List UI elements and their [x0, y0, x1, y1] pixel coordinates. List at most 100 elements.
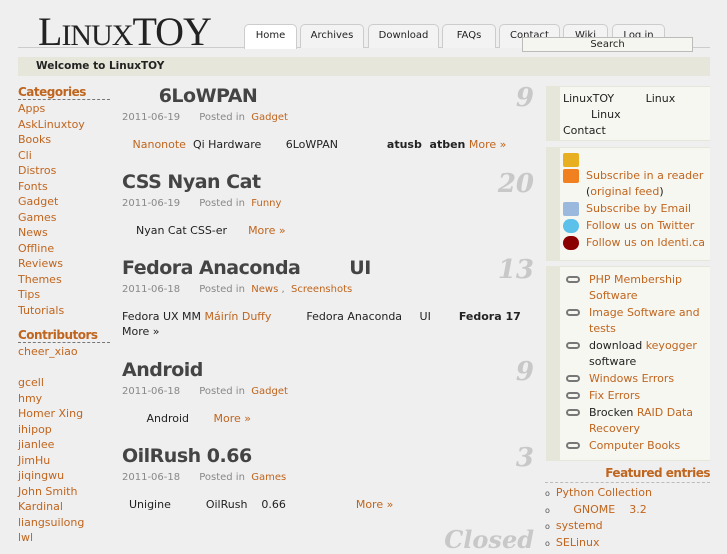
subscribe-item[interactable] [563, 152, 710, 167]
excerpt-text: Unigine OilRush 0.66 [122, 498, 356, 511]
blogroll-link[interactable]: Windows Errors [589, 372, 674, 385]
comment-count[interactable]: 13 [498, 255, 534, 285]
left-sidebar: Categories Apps AskLinuxtoy Books Cli Distro… [18, 85, 110, 546]
subscribe-item[interactable]: Follow us on Identi.ca [563, 235, 710, 251]
contributor-link[interactable]: liangsuilong [18, 515, 110, 531]
post-category-link[interactable]: News [251, 284, 278, 295]
comment-count[interactable]: 3 [516, 443, 534, 473]
contributor-link[interactable]: John Smith [18, 484, 110, 500]
category-link[interactable]: Games [18, 210, 110, 226]
contributor-link[interactable]: cheer_xiao [18, 344, 110, 360]
search-input[interactable]: Search [522, 37, 693, 52]
category-link[interactable]: Themes [18, 272, 110, 288]
post-excerpt: Fedora UX MM Máirín Duffy Fedora Anacond… [122, 310, 521, 323]
contributor-link[interactable]: gcell [18, 375, 110, 391]
rss-icon [563, 169, 579, 183]
blogroll-item: Fix Errors [563, 388, 710, 404]
comment-count[interactable]: 9 [516, 357, 534, 387]
featured-link[interactable]: SELinux [556, 536, 600, 549]
contributor-link[interactable]: hmy [18, 391, 110, 407]
post-title[interactable]: 6LoWPAN [122, 85, 258, 107]
contact-link[interactable]: Contact [563, 123, 710, 139]
category-link[interactable]: Fonts [18, 179, 110, 195]
post-date: 2011-06-19 [122, 198, 181, 209]
featured-link[interactable]: systemd [556, 519, 603, 532]
contributor-link[interactable]: Kardinal [18, 499, 110, 515]
about-box: LinuxTOY Linux Linux Contact [546, 86, 710, 141]
link-suffix: software [589, 355, 637, 368]
subscribe-item[interactable]: Follow us on Twitter [563, 218, 710, 234]
category-link[interactable]: News [18, 225, 110, 241]
subscribe-link[interactable]: Follow us on Identi.ca [586, 236, 705, 249]
comment-count[interactable]: 9 [516, 83, 534, 113]
post-meta: 2011-06-19 Posted in Gadget [122, 112, 288, 123]
category-link[interactable]: Offline [18, 241, 110, 257]
more-link[interactable]: More » [248, 224, 286, 237]
posted-in-label: Posted in [199, 112, 245, 123]
featured-heading: Featured entries [545, 466, 711, 483]
post-title[interactable]: CSS Nyan Cat [122, 171, 261, 193]
category-link[interactable]: Gadget [18, 194, 110, 210]
featured-item[interactable]: SELinux [545, 535, 710, 552]
post-title[interactable]: Fedora Anaconda UI [122, 257, 371, 279]
contributor-link[interactable]: ihipop [18, 422, 110, 438]
tab-download[interactable]: Download [368, 24, 439, 48]
excerpt-link[interactable]: Máirín Duffy [205, 310, 272, 323]
contributor-link[interactable]: jiqingwu [18, 468, 110, 484]
comment-count[interactable]: 20 [498, 169, 534, 199]
category-link[interactable]: Apps [18, 101, 110, 117]
contributor-link[interactable]: JimHu [18, 453, 110, 469]
post-category-link[interactable]: Gadget [251, 386, 288, 397]
links-box: PHP Membership Software Image Software an… [546, 266, 710, 461]
contributor-link[interactable]: lwl [18, 530, 110, 546]
subscribe-item[interactable]: Subscribe in a reader (original feed) [563, 168, 710, 200]
blogroll-item: Brocken RAID Data Recovery [563, 405, 710, 437]
tab-faqs[interactable]: FAQs [442, 24, 496, 48]
featured-item[interactable]: Python Collection [545, 485, 710, 502]
more-link[interactable]: More » [213, 412, 251, 425]
link-icon [566, 309, 580, 316]
twitter-icon [563, 219, 579, 233]
subscribe-link[interactable]: Subscribe by Email [586, 202, 691, 215]
original-feed-link[interactable]: original feed [590, 185, 659, 198]
post-category-link[interactable]: Screenshots [291, 284, 352, 295]
blogroll-link[interactable]: Fix Errors [589, 389, 640, 402]
category-link[interactable]: AskLinuxtoy [18, 117, 110, 133]
subscribe-link[interactable]: Subscribe in a reader [586, 169, 703, 182]
excerpt-link[interactable]: Nanonote [133, 138, 186, 151]
blogroll-item: PHP Membership Software [563, 272, 710, 304]
about-line: Linux [563, 108, 621, 121]
tab-home[interactable]: Home [244, 24, 297, 49]
blogroll-link[interactable]: keyogger [646, 339, 697, 352]
more-link[interactable]: More » [469, 138, 507, 151]
blogroll-item: Image Software and tests [563, 305, 710, 337]
tab-archives[interactable]: Archives [300, 24, 364, 48]
category-link[interactable]: Reviews [18, 256, 110, 272]
featured-item[interactable]: GNOME 3.2 [545, 502, 710, 519]
blogroll-link[interactable]: Image Software and tests [589, 306, 700, 335]
more-link[interactable]: More » [122, 325, 160, 338]
blogroll-link[interactable]: PHP Membership Software [589, 273, 682, 302]
post-title[interactable]: OilRush 0.66 [122, 445, 252, 467]
featured-link[interactable]: Python Collection [556, 486, 652, 499]
post-date: 2011-06-19 [122, 112, 181, 123]
post-category-link[interactable]: Games [251, 472, 286, 483]
excerpt-text: atusb atben [386, 138, 466, 151]
blogroll-link[interactable]: Computer Books [589, 439, 680, 452]
category-link[interactable]: Distros [18, 163, 110, 179]
excerpt-text [122, 138, 133, 151]
contributor-link[interactable]: jianlee [18, 437, 110, 453]
category-link[interactable]: Cli [18, 148, 110, 164]
category-link[interactable]: Books [18, 132, 110, 148]
contributor-link[interactable]: Homer Xing [18, 406, 110, 422]
category-link[interactable]: Tips [18, 287, 110, 303]
post-title[interactable]: Android [122, 359, 203, 381]
subscribe-item[interactable]: Subscribe by Email [563, 201, 710, 217]
category-link[interactable]: Tutorials [18, 303, 110, 319]
featured-item[interactable]: systemd [545, 518, 710, 535]
featured-link[interactable]: GNOME 3.2 [556, 503, 646, 516]
subscribe-link[interactable]: Follow us on Twitter [586, 219, 694, 232]
more-link[interactable]: More » [356, 498, 394, 511]
post-category-link[interactable]: Gadget [251, 112, 288, 123]
post-category-link[interactable]: Funny [251, 198, 281, 209]
